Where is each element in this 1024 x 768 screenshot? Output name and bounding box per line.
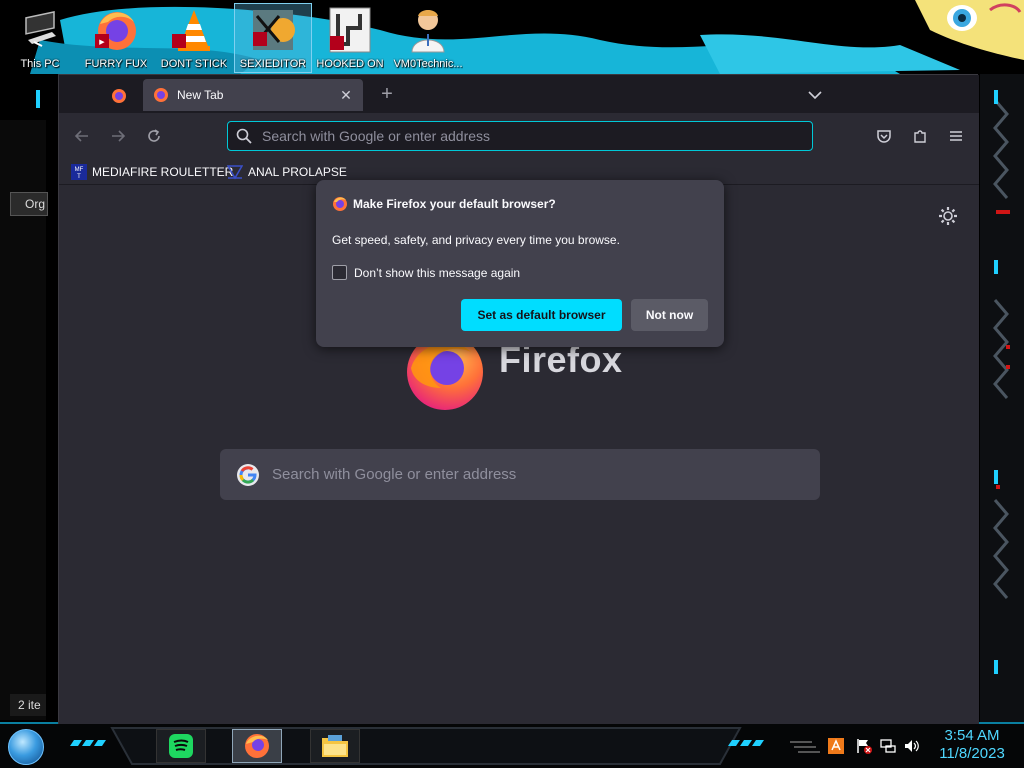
extensions-button[interactable] xyxy=(907,123,933,149)
not-now-button[interactable]: Not now xyxy=(631,299,708,331)
firefox-shortcut-icon: ▶ xyxy=(95,12,136,50)
firefox-favicon-icon xyxy=(333,197,347,211)
prompt-title: Make Firefox your default browser? xyxy=(353,197,556,211)
desktop-icon-dont-stick[interactable]: DONT STICK xyxy=(156,4,232,72)
taskbar-file-explorer-button[interactable] xyxy=(310,729,360,763)
this-pc-icon xyxy=(25,11,56,47)
chevron-down-icon xyxy=(808,91,822,100)
bookmark-label: ANAL PROLAPSE xyxy=(248,165,347,179)
dont-show-again-label[interactable]: Don’t show this message again xyxy=(354,266,520,280)
reload-button[interactable] xyxy=(141,123,167,149)
list-all-tabs-button[interactable] xyxy=(803,83,827,107)
app-menu-button[interactable] xyxy=(943,123,969,149)
desktop-icon-label: FURRY FUX xyxy=(84,58,148,70)
tab-new-tab[interactable]: New Tab ✕ xyxy=(143,79,363,111)
spotify-icon xyxy=(169,734,193,758)
desktop-icon-label: This PC xyxy=(20,58,60,70)
bookmark-favicon-icon xyxy=(227,165,243,180)
dont-show-again-checkbox[interactable] xyxy=(332,265,347,280)
default-browser-prompt: Make Firefox your default browser? Get s… xyxy=(316,180,724,347)
puzzle-piece-icon xyxy=(914,130,926,143)
game-shortcut-icon xyxy=(329,7,371,53)
taskbar-firefox-button[interactable] xyxy=(232,729,282,763)
gear-icon[interactable] xyxy=(937,205,959,227)
search-icon xyxy=(236,128,252,144)
new-tab-button[interactable]: + xyxy=(375,83,399,107)
firefox-window: New Tab ✕ + Search with Google or enter … xyxy=(58,74,979,725)
svg-text:MF: MF xyxy=(75,167,84,173)
doctor-shortcut-icon xyxy=(411,10,445,53)
desktop-icon-sexieditor[interactable]: SEXIEDITOR xyxy=(234,3,312,73)
back-arrow-icon xyxy=(74,130,88,142)
clock-time: 3:54 AM xyxy=(944,727,1000,744)
tab-close-button[interactable]: ✕ xyxy=(335,84,357,106)
file-explorer-icon xyxy=(322,735,348,757)
bookmark-mediafire[interactable]: MF T MEDIAFIRE ROULETTER xyxy=(71,161,233,183)
taskbar-spotify-button[interactable] xyxy=(156,729,206,763)
prompt-header: Make Firefox your default browser? xyxy=(332,196,556,212)
bookmark-label: MEDIAFIRE ROULETTER xyxy=(92,165,234,179)
new-tab-search-box[interactable]: Search with Google or enter address xyxy=(220,449,820,500)
action-center-flag-icon[interactable] xyxy=(856,738,872,754)
pocket-icon xyxy=(877,130,891,143)
prompt-message: Get speed, safety, and privacy every tim… xyxy=(332,233,620,247)
address-bar[interactable]: Search with Google or enter address xyxy=(227,121,813,151)
mediafire-icon: MF T xyxy=(71,164,87,180)
google-icon xyxy=(237,463,259,486)
back-button[interactable] xyxy=(69,123,95,149)
explorer-status-text: 2 ite xyxy=(10,694,46,716)
firefox-icon xyxy=(245,734,269,758)
editor-shortcut-icon xyxy=(253,10,295,50)
desktop-icon-hooked-on[interactable]: HOOKED ON xyxy=(312,4,388,72)
forward-button[interactable] xyxy=(105,123,131,149)
taskbar-clock[interactable]: 3:54 AM 11/8/2023 xyxy=(930,727,1014,763)
desktop-icon-label: VM0Technic... xyxy=(393,58,463,70)
avast-icon[interactable] xyxy=(828,738,844,754)
forward-arrow-icon xyxy=(112,130,126,142)
dont-show-again-option[interactable]: Don’t show this message again xyxy=(332,265,520,280)
svg-text:T: T xyxy=(77,174,81,180)
svg-text:▶: ▶ xyxy=(99,39,105,46)
network-icon[interactable] xyxy=(880,738,896,754)
clock-date: 11/8/2023 xyxy=(939,745,1005,762)
pinned-tab[interactable] xyxy=(103,83,135,109)
vlc-shortcut-icon xyxy=(172,10,210,51)
tab-bar: New Tab ✕ + xyxy=(59,75,979,113)
start-button[interactable] xyxy=(8,729,44,765)
new-tab-search-placeholder: Search with Google or enter address xyxy=(272,466,517,483)
taskbar: 3:54 AM 11/8/2023 xyxy=(0,724,1024,768)
desktop-icon-this-pc[interactable]: This PC xyxy=(2,4,78,72)
desktop-icon-label: HOOKED ON xyxy=(316,58,384,70)
explorer-organize-button[interactable]: Org xyxy=(10,192,48,216)
desktop-icon-vm0technic[interactable]: VM0Technic... xyxy=(390,4,466,72)
address-bar-placeholder: Search with Google or enter address xyxy=(262,128,491,144)
set-default-browser-button[interactable]: Set as default browser xyxy=(461,299,622,331)
desktop-icon-label: SEXIEDITOR xyxy=(239,58,307,70)
tab-title: New Tab xyxy=(177,88,224,102)
firefox-favicon-icon xyxy=(112,89,126,103)
hamburger-menu-icon xyxy=(950,131,962,141)
desktop-icon-furry-fux[interactable]: ▶ FURRY FUX xyxy=(78,4,154,72)
volume-icon[interactable] xyxy=(904,738,920,754)
navigation-toolbar: Search with Google or enter address xyxy=(59,113,979,159)
reload-icon xyxy=(148,129,160,142)
firefox-favicon-icon xyxy=(154,88,168,102)
desktop-icon-label: DONT STICK xyxy=(160,58,228,70)
pocket-button[interactable] xyxy=(871,123,897,149)
